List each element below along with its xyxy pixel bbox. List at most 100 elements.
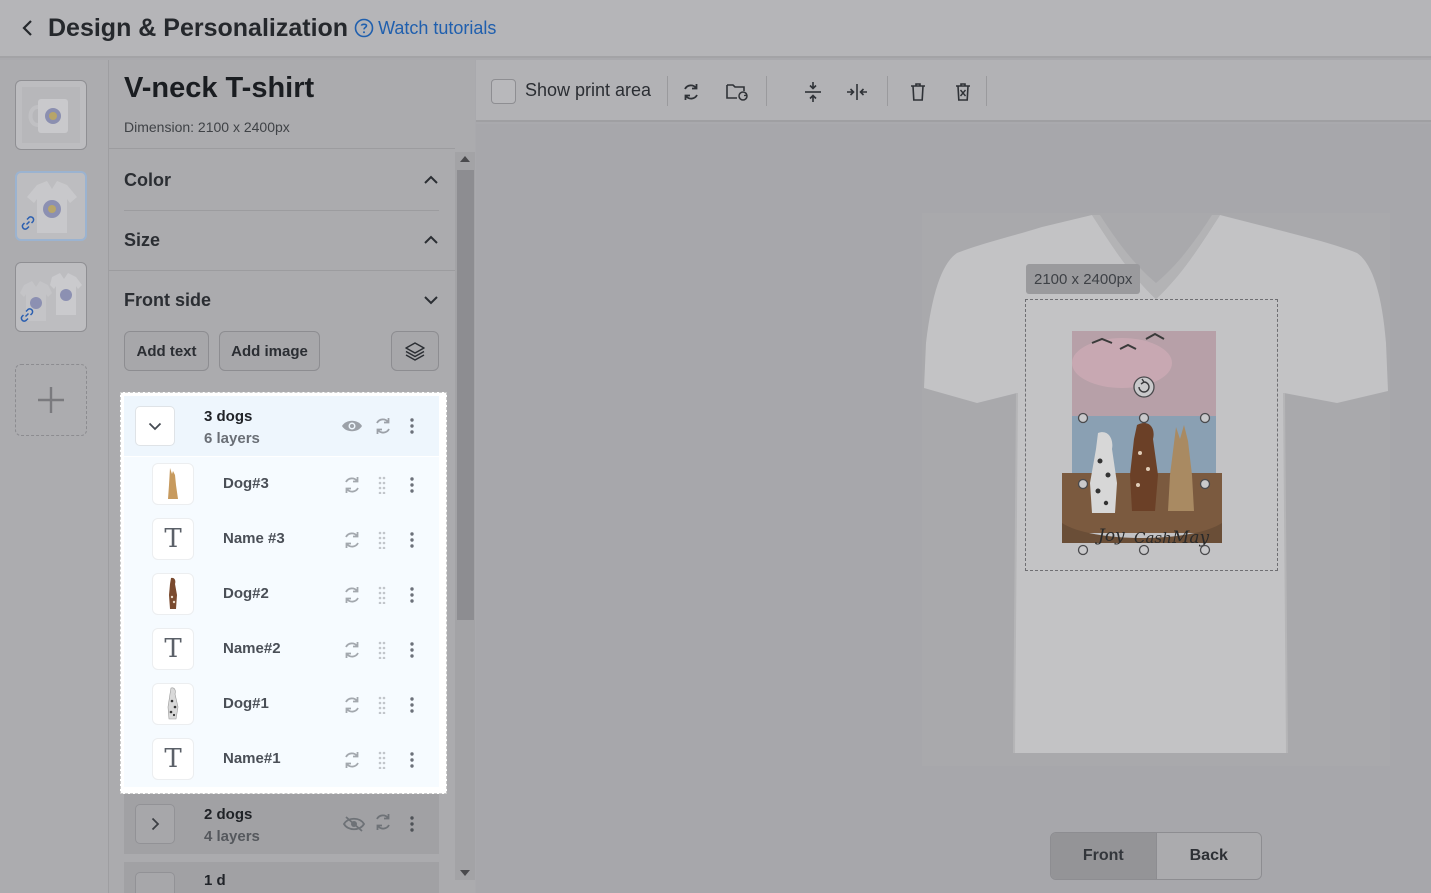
eye-off-icon[interactable] xyxy=(342,812,366,836)
sync-icon[interactable] xyxy=(340,583,364,607)
align-horizontal-center-icon[interactable] xyxy=(843,78,871,106)
print-area-outline xyxy=(1025,299,1278,571)
chevron-down-icon xyxy=(424,296,438,305)
layer-row[interactable]: Dog#2 xyxy=(124,567,439,622)
group-name: 2 dogs xyxy=(204,806,253,823)
section-color-header[interactable]: Color xyxy=(124,150,439,210)
sync-icon[interactable] xyxy=(677,78,705,106)
plus-icon xyxy=(38,387,64,413)
expand-group-button[interactable] xyxy=(135,804,175,844)
folder-sync-icon[interactable] xyxy=(723,78,751,106)
design-canvas[interactable]: Joy Cash May 2100 x 2400px Front Back xyxy=(476,124,1431,893)
scroll-up-arrow-icon[interactable] xyxy=(460,156,470,162)
tan-dog-thumbnail-icon xyxy=(152,463,194,505)
link-icon xyxy=(19,307,35,328)
layer-name: Name#2 xyxy=(223,640,281,657)
show-print-area-label[interactable]: Show print area xyxy=(525,80,651,101)
more-vertical-icon[interactable] xyxy=(402,812,422,836)
top-bar: Design & Personalization Watch tutorials xyxy=(0,0,1431,58)
link-icon xyxy=(20,215,36,236)
add-text-button[interactable]: Add text xyxy=(124,331,209,371)
design-panel: V-neck T-shirt Dimension: 2100 x 2400px … xyxy=(109,60,475,893)
delete-all-icon[interactable] xyxy=(949,78,977,106)
scroll-down-arrow-icon[interactable] xyxy=(460,870,470,876)
back-view-button[interactable]: Back xyxy=(1156,833,1261,879)
layer-group-partial[interactable]: 1 d xyxy=(124,862,439,893)
eye-icon[interactable] xyxy=(340,414,364,438)
drag-handle-icon[interactable] xyxy=(374,693,390,717)
more-vertical-icon[interactable] xyxy=(402,583,422,607)
scrollbar-thumb[interactable] xyxy=(457,170,474,620)
drag-handle-icon[interactable] xyxy=(374,748,390,772)
sync-icon[interactable] xyxy=(340,693,364,717)
product-thumbnail-rail xyxy=(0,60,109,893)
layers-icon xyxy=(405,342,425,361)
sync-icon[interactable] xyxy=(340,473,364,497)
section-front-side-header[interactable]: Front side xyxy=(124,270,439,330)
sync-icon[interactable] xyxy=(340,638,364,662)
product-dimension: Dimension: 2100 x 2400px xyxy=(124,119,290,135)
layer-name: Dog#3 xyxy=(223,475,269,492)
align-vertical-center-icon[interactable] xyxy=(799,78,827,106)
more-vertical-icon[interactable] xyxy=(402,473,422,497)
layer-name: Dog#1 xyxy=(223,695,269,712)
toolbar-divider xyxy=(887,76,888,106)
page-title: Design & Personalization xyxy=(48,13,349,42)
show-print-area-checkbox[interactable] xyxy=(491,79,516,104)
section-size-header[interactable]: Size xyxy=(124,210,439,270)
panel-scrollbar[interactable] xyxy=(455,152,475,880)
layer-group-header[interactable]: 3 dogs 6 layers xyxy=(124,396,439,456)
sync-icon[interactable] xyxy=(371,810,395,834)
group-name: 1 d xyxy=(204,872,226,889)
expand-group-button[interactable] xyxy=(135,872,175,893)
more-vertical-icon[interactable] xyxy=(402,528,422,552)
collapse-group-button[interactable] xyxy=(135,406,175,446)
chevron-down-icon xyxy=(148,422,162,430)
toolbar-divider xyxy=(986,76,987,106)
layers-button[interactable] xyxy=(391,331,439,371)
layer-row[interactable]: T Name#2 xyxy=(124,622,439,677)
more-vertical-icon[interactable] xyxy=(402,414,422,438)
layer-name: Name #3 xyxy=(223,530,285,547)
add-image-button[interactable]: Add image xyxy=(219,331,320,371)
layer-row[interactable]: T Name#1 xyxy=(124,732,439,787)
layer-group-2-dogs[interactable]: 2 dogs 4 layers xyxy=(124,794,439,854)
add-product-button[interactable] xyxy=(15,364,87,436)
drag-handle-icon[interactable] xyxy=(374,638,390,662)
more-vertical-icon[interactable] xyxy=(402,638,422,662)
layer-row[interactable]: Dog#1 xyxy=(124,677,439,732)
product-thumbnail-tshirt-pair[interactable] xyxy=(15,262,87,332)
layer-row[interactable]: Dog#3 xyxy=(124,457,439,512)
sync-icon[interactable] xyxy=(340,748,364,772)
layer-name: Name#1 xyxy=(223,750,281,767)
toolbar-divider xyxy=(766,76,767,106)
section-size-label: Size xyxy=(124,229,161,250)
watch-tutorials-label: Watch tutorials xyxy=(378,17,497,38)
sync-icon[interactable] xyxy=(340,528,364,552)
sync-icon[interactable] xyxy=(371,414,395,438)
product-thumbnail-vneck[interactable] xyxy=(15,171,87,241)
drag-handle-icon[interactable] xyxy=(374,528,390,552)
trash-icon[interactable] xyxy=(904,78,932,106)
help-circle-icon xyxy=(354,18,374,38)
group-name: 3 dogs xyxy=(204,408,253,425)
brown-dog-thumbnail-icon xyxy=(152,573,194,615)
text-icon: T xyxy=(152,738,194,780)
chevron-up-icon xyxy=(424,235,438,244)
canvas-toolbar: Show print area xyxy=(476,60,1431,122)
front-view-button[interactable]: Front xyxy=(1051,833,1157,879)
watch-tutorials-link[interactable]: Watch tutorials xyxy=(354,18,496,39)
drag-handle-icon[interactable] xyxy=(374,583,390,607)
front-back-toggle: Front Back xyxy=(1050,832,1262,880)
section-front-side-label: Front side xyxy=(124,289,212,310)
layer-row[interactable]: T Name #3 xyxy=(124,512,439,567)
print-dimension-tag: 2100 x 2400px xyxy=(1026,264,1141,294)
section-color-label: Color xyxy=(124,169,171,190)
more-vertical-icon[interactable] xyxy=(402,693,422,717)
drag-handle-icon[interactable] xyxy=(374,473,390,497)
text-icon: T xyxy=(152,628,194,670)
product-thumbnail-mug[interactable] xyxy=(15,80,87,150)
divider xyxy=(109,148,455,149)
more-vertical-icon[interactable] xyxy=(402,748,422,772)
back-button[interactable] xyxy=(8,8,48,48)
